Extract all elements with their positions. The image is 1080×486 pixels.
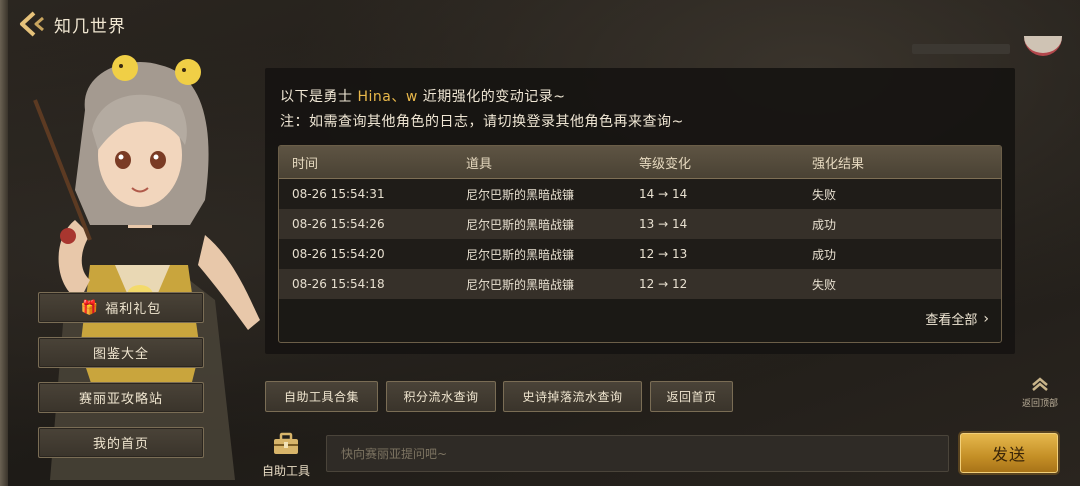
cell-level: 14 → 14 (639, 187, 688, 201)
cell-result: 成功 (812, 247, 837, 262)
back-arrow-icon (20, 11, 44, 37)
page-title: 知几世界 (54, 16, 126, 37)
self-help-tools-button[interactable]: 自助工具合集 (265, 381, 378, 412)
table-row: 08-26 15:54:20 尼尔巴斯的黑暗战镰 12 → 13 成功 (279, 239, 1001, 269)
left-menu: 🎁 福利礼包 图鉴大全 赛丽亚攻略站 我的首页 (38, 292, 204, 472)
cell-level: 13 → 14 (639, 217, 688, 231)
note-text: 注：如需查询其他角色的日志，请切换登录其他角色再来查询~ (280, 114, 684, 130)
cell-item: 尼尔巴斯的黑暗战镰 (466, 247, 575, 262)
menu-guide-station-button[interactable]: 赛丽亚攻略站 (38, 382, 204, 413)
cell-item: 尼尔巴斯的黑暗战镰 (466, 217, 575, 232)
cell-time: 08-26 15:54:20 (292, 247, 385, 261)
chat-input[interactable] (326, 435, 949, 472)
menu-welfare-gift-button[interactable]: 🎁 福利礼包 (38, 292, 204, 323)
send-button[interactable]: 发送 (960, 433, 1058, 473)
points-flow-query-button[interactable]: 积分流水查询 (386, 381, 496, 412)
cell-item: 尼尔巴斯的黑暗战镰 (466, 187, 575, 202)
left-edge-stripe (0, 0, 8, 486)
view-all-label: 查看全部 (925, 313, 978, 328)
view-all-link[interactable]: 查看全部 › (925, 309, 989, 329)
double-chevron-up-icon (1032, 377, 1048, 391)
enhance-record-table: 时间 道具 等级变化 强化结果 08-26 15:54:31 尼尔巴斯的黑暗战镰… (278, 145, 1002, 343)
menu-label: 图鉴大全 (92, 347, 149, 362)
menu-encyclopedia-button[interactable]: 图鉴大全 (38, 337, 204, 368)
table-header: 时间 道具 等级变化 强化结果 (279, 146, 1001, 179)
column-header-result: 强化结果 (812, 156, 865, 172)
cell-time: 08-26 15:54:26 (292, 217, 385, 231)
header: 知几世界 (14, 8, 126, 40)
column-header-item: 道具 (466, 156, 493, 172)
table-row: 08-26 15:54:26 尼尔巴斯的黑暗战镰 13 → 14 成功 (279, 209, 1001, 239)
cell-level: 12 → 13 (639, 247, 688, 261)
cell-item: 尼尔巴斯的黑暗战镰 (466, 277, 575, 292)
intro-suffix: 近期强化的变动记录~ (422, 89, 566, 105)
cell-result: 失败 (812, 277, 837, 292)
top-bar-decoration (912, 44, 1010, 54)
cell-time: 08-26 15:54:18 (292, 277, 385, 291)
epic-drop-query-button[interactable]: 史诗掉落流水查询 (503, 381, 642, 412)
scroll-top-label: 返回顶部 (1021, 399, 1058, 409)
cell-result: 成功 (812, 217, 837, 232)
column-header-time: 时间 (292, 156, 319, 172)
table-row: 08-26 15:54:18 尼尔巴斯的黑暗战镰 12 → 12 失败 (279, 269, 1001, 299)
intro-prefix: 以下是勇士 (280, 89, 353, 105)
scroll-to-top-button[interactable]: 返回顶部 (1018, 376, 1062, 409)
menu-label: 赛丽亚攻略站 (78, 392, 163, 407)
chevron-right-icon: › (983, 310, 989, 327)
intro-text: 以下是勇士 Hina、w 近期强化的变动记录~ (280, 86, 565, 106)
cell-result: 失败 (812, 187, 837, 202)
hero-name: Hina、w (357, 89, 418, 105)
cell-level: 12 → 12 (639, 277, 688, 291)
self-help-tool-label: 自助工具 (261, 464, 310, 478)
table-row: 08-26 15:54:31 尼尔巴斯的黑暗战镰 14 → 14 失败 (279, 179, 1001, 209)
back-button[interactable] (14, 9, 48, 39)
return-home-button[interactable]: 返回首页 (650, 381, 733, 412)
menu-my-home-button[interactable]: 我的首页 (38, 427, 204, 458)
self-help-tool-button[interactable]: 自助工具 (258, 432, 314, 478)
gift-icon: 🎁 (80, 299, 100, 316)
menu-label: 福利礼包 (105, 302, 162, 317)
menu-label: 我的首页 (92, 437, 149, 452)
column-header-level-change: 等级变化 (639, 156, 692, 172)
toolbox-icon (274, 432, 298, 454)
cell-time: 08-26 15:54:31 (292, 187, 385, 201)
